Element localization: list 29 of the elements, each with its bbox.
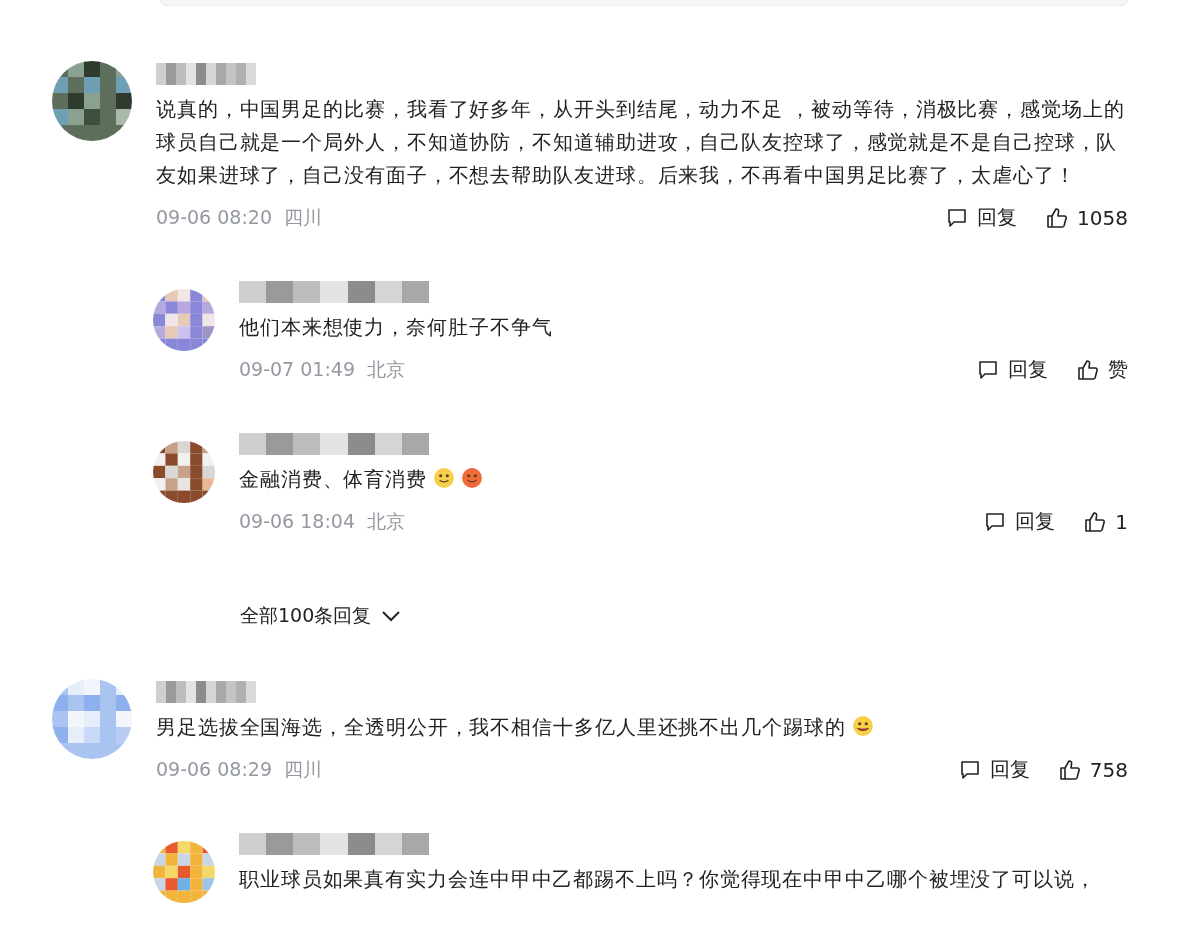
- like-button[interactable]: 赞: [1076, 356, 1128, 383]
- reply-button[interactable]: 回复: [983, 508, 1056, 535]
- like-button[interactable]: 758: [1057, 756, 1128, 783]
- comment-text: 说真的，中国男足的比赛，我看了好多年，从开头到结尾，动力不足 ，被动等待，消极比赛，感觉场上的球员自己就是一个局外人，不知道协防，不知道辅助进攻，自己队友控球了，感觉就是不是自己控球，队友如果进球了，自己没有面子，不想去帮助队友进球。后来我，不再看中国男足比赛了，太虐心了！: [156, 96, 1126, 189]
- hug-emoji-icon: [461, 467, 484, 489]
- avatar: [153, 289, 215, 351]
- comment-meta: 09-06 08:20 四川: [156, 204, 323, 230]
- reply-button[interactable]: 回复: [976, 356, 1048, 383]
- reply-meta: 09-07 01:49 北京: [239, 356, 406, 382]
- thumbs-up-icon: [1083, 509, 1108, 534]
- avatar: [153, 441, 215, 503]
- thumbs-up-icon: [1076, 357, 1100, 382]
- crying-emoji-icon: [851, 715, 874, 737]
- reply-meta: 09-06 18:04 北京: [239, 508, 406, 534]
- thumbs-up-icon: [1045, 205, 1070, 230]
- comment-text: 男足选拔全国海选，全透明公开，我不相信十多亿人里还挑不出几个踢球的: [156, 711, 1128, 744]
- reply-button[interactable]: 回复: [957, 756, 1030, 783]
- reply-text: 他们本来想使力，奈何肚子不争气: [239, 314, 554, 341]
- reply-text: 职业球员如果真有实力会连中甲中乙都踢不上吗？你觉得现在中甲中乙哪个被埋没了可以说，: [239, 866, 1097, 893]
- chevron-down-icon: [381, 610, 402, 622]
- reply-button[interactable]: 回复: [945, 204, 1018, 231]
- smile-emoji-icon: [433, 467, 456, 489]
- like-button[interactable]: 1: [1083, 508, 1128, 535]
- comment-meta: 09-06 08:29 四川: [156, 756, 323, 782]
- show-all-replies-link[interactable]: 全部100条回复: [240, 603, 402, 629]
- avatar: [153, 841, 215, 903]
- reply-text: 金融消费、体育消费: [239, 463, 1128, 496]
- thumbs-up-icon: [1057, 757, 1082, 782]
- like-button[interactable]: 1058: [1045, 204, 1128, 231]
